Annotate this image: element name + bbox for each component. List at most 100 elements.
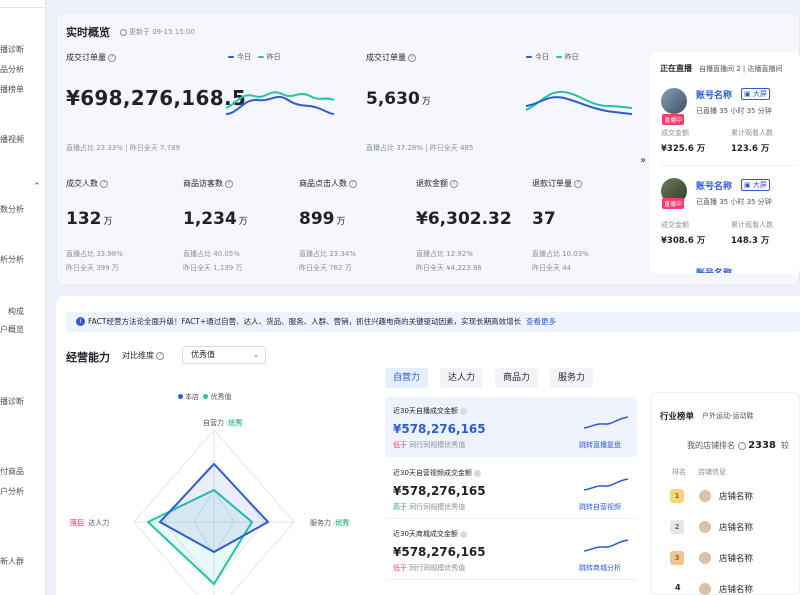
sidebar-item[interactable]: 播榜单 — [0, 84, 46, 95]
overview-title: 实时概览 — [66, 26, 110, 39]
viewers-label: 累计观看人数 — [731, 221, 773, 229]
orders-footer: 直播占比 37.28% | 昨日全天 485 — [366, 144, 474, 152]
live-subtitle[interactable]: 自播直播间 2 | 达播直播间 — [699, 64, 783, 74]
big-screen-button[interactable]: ▣ 大屏 — [741, 88, 770, 100]
expand-arrow-icon[interactable]: » — [640, 155, 646, 166]
view-more-link[interactable]: 查看更多 — [526, 317, 556, 326]
help-icon — [460, 407, 468, 415]
sidebar-item[interactable]: 数分析 — [0, 204, 46, 215]
metric-yesterday: 昨日全天 1,139 万 — [183, 264, 243, 272]
shop-avatar[interactable] — [699, 552, 711, 564]
axis-self-operated: 自营力 优秀 — [203, 419, 245, 427]
metric-card-link[interactable]: 跳转商城分析 — [579, 563, 621, 573]
metric-label: 商品点击人数? — [299, 178, 357, 189]
metric-live-ratio: 直播占比 40.05% — [183, 250, 240, 258]
sidebar-item[interactable]: 户分析 — [0, 486, 46, 497]
metric-live-ratio: 直播占比 33.98% — [66, 250, 123, 258]
help-icon: ? — [408, 53, 416, 62]
shop-avatar[interactable] — [699, 490, 711, 502]
orders-trend-chart — [525, 90, 633, 115]
metric-label: 成交人数? — [66, 178, 108, 189]
gmv-value: ¥698,276,168.5 — [66, 86, 247, 110]
viewers-label: 累计观看人数 — [731, 129, 773, 137]
info-icon: i — [76, 317, 85, 326]
help-icon — [737, 441, 746, 450]
chevron-up-icon[interactable]: ⌃ — [33, 182, 41, 192]
avatar[interactable] — [661, 88, 687, 114]
screen-icon: ▣ — [744, 181, 751, 189]
account-name[interactable]: 账号名称 — [696, 266, 732, 273]
gmv-label: 成交金额 — [661, 221, 689, 229]
orders-chart-legend: 今日 昨日 — [526, 52, 579, 62]
metric-card-title: 近30天商城成交金额 — [393, 529, 468, 539]
shop-name[interactable]: 店铺名称 — [719, 552, 753, 564]
metric-card-value: ¥578,276,165 — [393, 484, 486, 498]
axis-influencer: 落后 达人力 — [68, 519, 110, 527]
screen-icon: ▣ — [744, 90, 751, 98]
metric-yesterday: 昨日全天 44 — [532, 264, 572, 272]
live-gmv: ¥308.6 万 — [661, 236, 706, 246]
help-icon: ? — [100, 179, 108, 188]
live-title: 正在直播 — [660, 64, 692, 73]
account-name[interactable]: 账号名称 — [696, 88, 732, 101]
live-viewers: 148.3 万 — [731, 236, 770, 246]
gmv-footer: 直播占比 23.33% | 昨日全天 7,789 — [66, 144, 180, 152]
status-badge: 落后 — [68, 519, 86, 527]
shop-name[interactable]: 店铺名称 — [719, 490, 753, 502]
status-badge: 优秀 — [226, 419, 245, 427]
compare-label: 对比维度? — [122, 350, 164, 361]
shop-name[interactable]: 店铺名称 — [719, 583, 753, 595]
legend-today-swatch — [228, 56, 234, 58]
medal-icon: 3 — [670, 551, 684, 565]
sidebar-item[interactable]: 品分析 — [0, 64, 46, 75]
legend-yesterday-swatch — [257, 56, 264, 58]
sidebar-item[interactable]: 构成 — [0, 306, 46, 317]
sidebar-item[interactable]: 户概览 — [0, 324, 46, 335]
tab-product[interactable]: 商品力 — [495, 368, 539, 388]
metric-card-title: 近30天自营视频成交金额 — [393, 468, 482, 478]
shop-avatar[interactable] — [699, 583, 711, 595]
live-duration: 已直播 35 小时 35 分钟 — [696, 198, 772, 206]
sidebar-item[interactable]: 播诊断 — [0, 396, 46, 407]
live-duration: 已直播 35 小时 35 分钟 — [696, 107, 772, 115]
ranking-title: 行业榜单 — [660, 412, 695, 422]
sidebar-item[interactable]: 付商品 — [0, 466, 46, 477]
metric-card-link[interactable]: 跳转自营视频 — [579, 502, 621, 512]
shop-avatar[interactable] — [699, 521, 711, 533]
live-viewers: 123.6 万 — [731, 144, 770, 154]
tab-influencer[interactable]: 达人力 — [440, 368, 484, 388]
legend-store-swatch — [178, 394, 183, 399]
metric-label: 退款金额? — [416, 178, 458, 189]
sidebar-item[interactable]: 析分析 — [0, 254, 46, 265]
metric-label: 退款订单量? — [532, 178, 582, 189]
sidebar-item[interactable]: 新人群 — [0, 556, 46, 567]
help-icon: ? — [349, 179, 357, 188]
tab-self-operated[interactable]: 自营力 — [385, 368, 429, 388]
account-name[interactable]: 账号名称 — [696, 179, 732, 192]
help-icon — [460, 530, 468, 538]
shop-name[interactable]: 店铺名称 — [719, 521, 753, 533]
metric-yesterday: 昨日全天 399 万 — [66, 264, 119, 272]
help-icon — [474, 469, 482, 477]
sidebar-item[interactable]: 播视频 — [0, 134, 46, 145]
help-icon: ? — [574, 179, 582, 188]
big-screen-button[interactable]: ▣ 大屏 — [741, 179, 770, 191]
metric-card-value: ¥578,276,165 — [393, 422, 486, 436]
metric-value: 899 万 — [299, 209, 346, 229]
gmv-label: 成交订单量? — [66, 52, 116, 63]
sidebar-item[interactable]: 播诊断 — [0, 44, 46, 55]
metric-card-link[interactable]: 跳转直播复盘 — [579, 440, 621, 450]
compare-select[interactable]: 优秀值 ⌄ — [182, 346, 266, 364]
metric-card-note: 高于 同行同规模优秀值 — [393, 503, 466, 511]
sidebar: 播诊断 品分析 播榜单 播视频 ⌃ 数分析 析分析 构成 户概览 播诊断 付商品… — [0, 0, 46, 595]
gmv-label: 成交金额 — [661, 129, 689, 137]
metric-value: 132 万 — [66, 209, 113, 229]
medal-icon: 1 — [670, 489, 684, 503]
tab-service[interactable]: 服务力 — [550, 368, 594, 388]
sidebar-top-divider — [0, 0, 46, 8]
metric-value: 1,234 万 — [183, 209, 248, 229]
sparkline — [583, 539, 629, 552]
help-icon: ? — [156, 351, 164, 360]
live-status-badge: 直播中 — [662, 114, 685, 125]
sparkline — [583, 478, 629, 491]
